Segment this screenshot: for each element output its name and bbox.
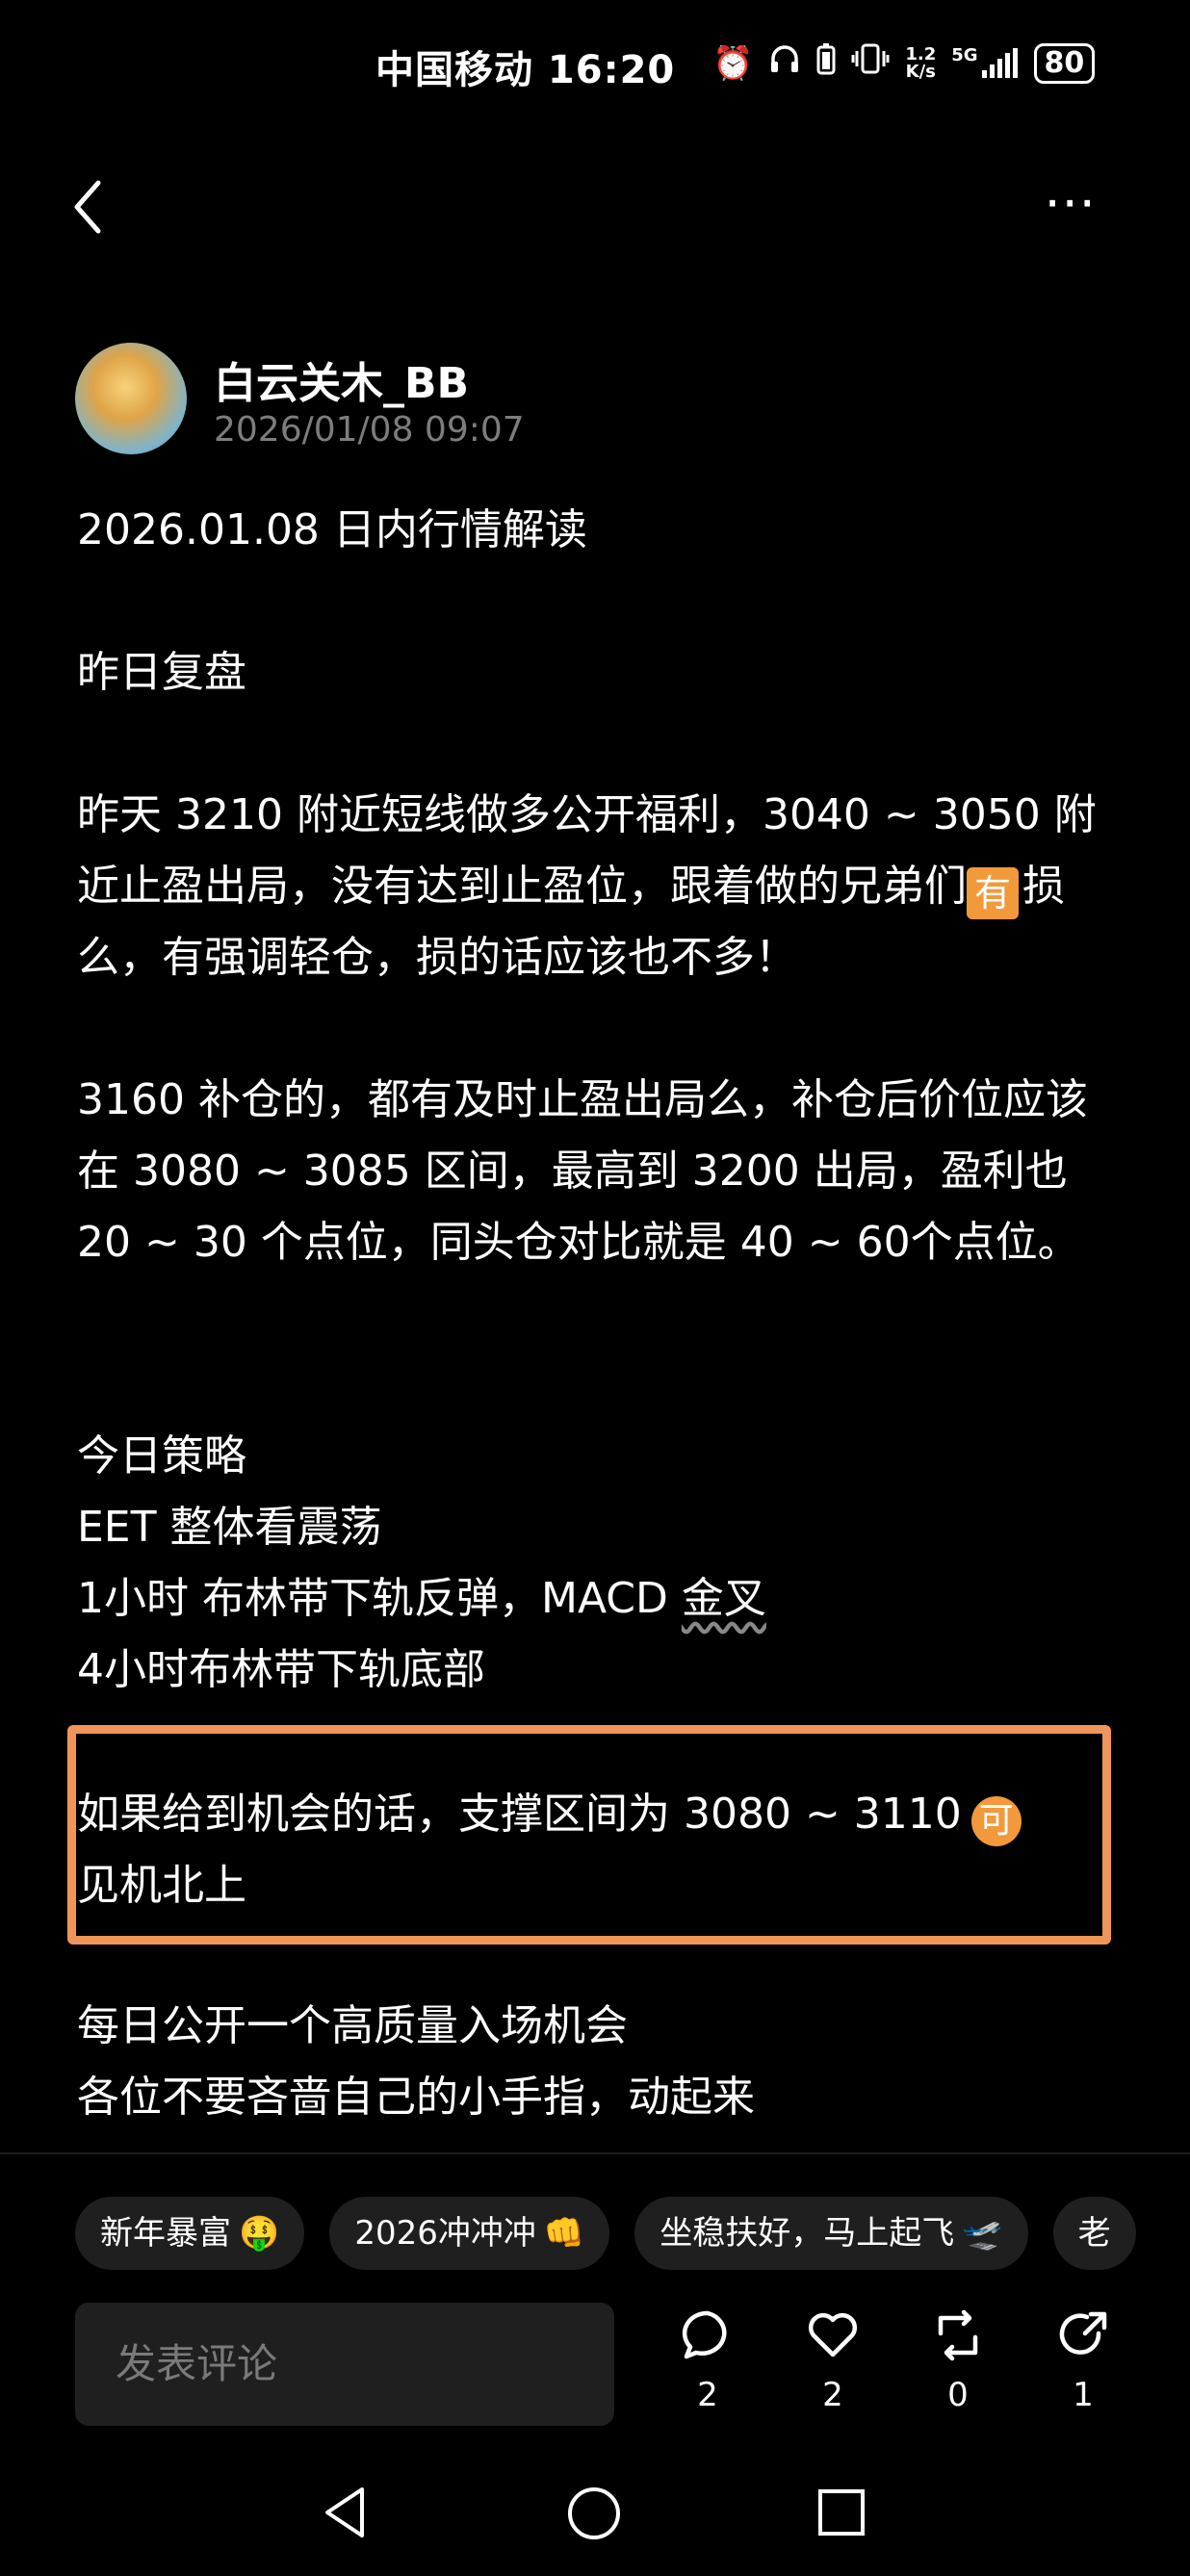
post-title: 2026.01.08 日内行情解读 [77,505,587,554]
keyword-link[interactable]: 金叉 [682,1574,766,1623]
status-bar: 中国移动 16:20 ⏰ 1.2 K/s 5G 80 [0,39,1190,96]
emoji-ke-icon: 可 [970,1796,1022,1846]
divider [0,2152,1190,2154]
battery-saver-icon [816,42,836,84]
emoji-you-icon: 有 [967,867,1019,919]
alarm-icon: ⏰ [712,43,754,83]
repost-icon [938,2309,978,2361]
heart-icon [808,2312,858,2357]
post-timestamp: 2026/01/08 09:07 [214,410,525,450]
strategy-block: 今日策略 EET 整体看震荡 1小时 布林带下轨反弹，MACD 金叉 4小时布林… [77,1421,1126,1706]
airplane-icon: 🛫 [962,2214,1003,2253]
review-p1-text: 昨天 3210 附近短线做多公开福利，3040 ~ 3050 附近止盈出局，没有… [77,790,1097,911]
fist-icon: 👊 [543,2214,585,2253]
back-button[interactable] [67,173,125,241]
comment-icon [682,2310,727,2359]
repost-count: 0 [947,2376,969,2414]
network-label: 5G [951,44,978,65]
strategy-line-3: 4小时布林带下轨底部 [77,1645,485,1694]
comment-input[interactable]: 发表评论 [75,2303,614,2426]
carrier-time: 中国移动 16:20 [375,48,676,92]
share-count: 1 [1073,2376,1094,2414]
share-button[interactable]: 1 [1040,2308,1126,2414]
nav-back-icon[interactable] [322,2484,370,2541]
tag-chip[interactable]: 新年暴富 🤑 [75,2197,305,2270]
strategy-line-2: 1小时 布林带下轨反弹，MACD 金叉 [77,1563,1126,1635]
net-speed-value: 1.2 [905,43,937,64]
footer-line-2: 各位不要吝啬自己的小手指，动起来 [77,2073,755,2122]
like-count: 2 [822,2376,843,2414]
comment-count: 2 [697,2376,718,2414]
battery-icon: 80 [1033,42,1096,84]
review-heading: 昨日复盘 [77,648,246,697]
signal-5g-icon: 5G [951,44,1018,80]
strategy-line-1: EET 整体看震荡 [77,1503,382,1552]
strategy-line-2-text: 1小时 布林带下轨反弹，MACD [77,1574,682,1623]
more-button[interactable]: ⋯ [1044,176,1101,228]
nav-recents-icon[interactable] [816,2487,867,2537]
tag-chip[interactable]: 老 [1052,2197,1136,2270]
highlight-text-2: 见机北上 [77,1861,246,1910]
status-icons: ⏰ 1.2 K/s 5G 80 [712,42,1096,84]
topic-tags: 新年暴富 🤑 2026冲冲冲 👊 坐稳扶好，马上起飞 🛫 老 [75,2197,1136,2270]
share-icon [1059,2311,1107,2355]
nav-home-icon[interactable] [566,2486,622,2541]
tag-chip[interactable]: 坐稳扶好，马上起飞 🛫 [634,2197,1028,2270]
tag-label: 新年暴富 [100,2214,231,2253]
footer-block: 每日公开一个高质量入场机会 各位不要吝啬自己的小手指，动起来 [77,1991,1126,2133]
system-nav-bar [0,2464,1190,2561]
vibrate-icon [851,42,890,84]
tag-label: 坐稳扶好，马上起飞 [660,2214,955,2253]
highlight-text: 如果给到机会的话，支撑区间为 3080 ~ 3110 可 见机北上 [77,1779,1126,1921]
like-button[interactable]: 2 [789,2308,876,2414]
strategy-heading: 今日策略 [77,1431,246,1481]
tag-chip[interactable]: 2026冲冲冲 👊 [329,2197,610,2270]
money-face-icon: 🤑 [239,2214,280,2253]
tag-label: 老 [1077,2214,1111,2253]
net-speed-unit: K/s [905,61,936,82]
review-paragraph-2: 3160 补仓的，都有及时止盈出局么，补仓后价位应该在 3080 ~ 3085 … [77,1075,1088,1267]
chevron-left-icon [74,180,101,234]
headphones-icon [768,42,801,84]
footer-line-1: 每日公开一个高质量入场机会 [77,2001,628,2050]
tag-label: 2026冲冲冲 [354,2214,536,2253]
author-name[interactable]: 白云关木_BB [214,348,469,410]
comment-button[interactable]: 2 [664,2308,751,2414]
more-horizontal-icon: ⋯ [1044,171,1101,232]
review-paragraph-1: 昨天 3210 附近短线做多公开福利，3040 ~ 3050 附近止盈出局，没有… [77,780,1126,993]
net-speed: 1.2 K/s [905,43,937,82]
avatar[interactable] [75,343,187,454]
highlight-text-1: 如果给到机会的话，支撑区间为 3080 ~ 3110 [77,1790,962,1839]
repost-button[interactable]: 0 [915,2308,1001,2414]
